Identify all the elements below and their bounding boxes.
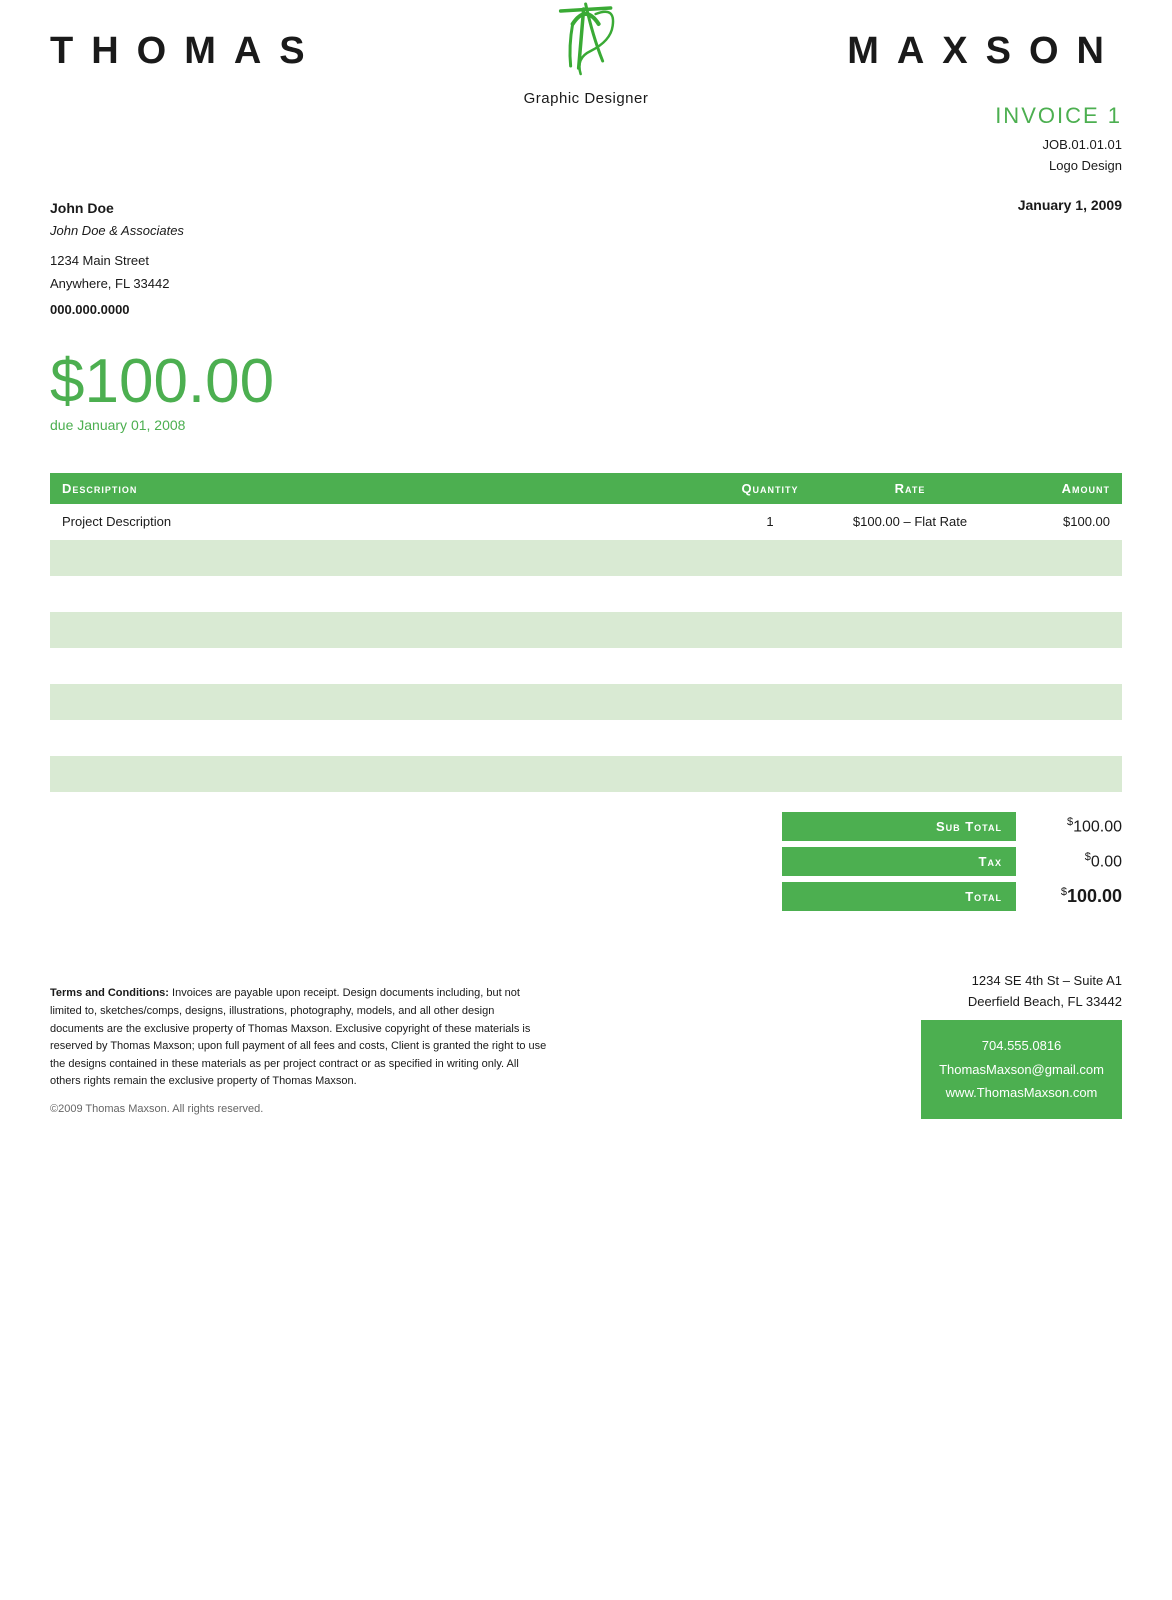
copyright: ©2009 Thomas Maxson. All rights reserved…: [50, 1101, 550, 1119]
footer-left: Terms and Conditions: Invoices are payab…: [50, 985, 550, 1118]
table-header: Description Quantity Rate Amount: [50, 473, 1122, 504]
client-info: John Doe John Doe & Associates 1234 Main…: [50, 197, 184, 321]
amount-due-section: $100.00 due January 01, 2008: [0, 321, 1172, 453]
total-value: $100.00: [1032, 886, 1122, 907]
footer-right: 1234 SE 4th St – Suite A1 Deerfield Beac…: [921, 971, 1122, 1119]
row-amount: $100.00: [990, 514, 1110, 529]
table-row: [50, 684, 1122, 720]
invoice-job: JOB.01.01.01 Logo Design: [50, 135, 1122, 177]
total-row: Total $100.00: [782, 882, 1122, 911]
totals-section: Sub Total $100.00 Tax $0.00 Total $100.0…: [50, 812, 1122, 911]
footer-address1: 1234 SE 4th St – Suite A1: [921, 971, 1122, 992]
subtotal-value: $100.00: [1032, 816, 1122, 836]
footer-email: ThomasMaxson@gmail.com: [939, 1058, 1104, 1081]
footer-address2: Deerfield Beach, FL 33442: [921, 992, 1122, 1013]
page-header: THOMAS Graphic Designer MAXSON: [0, 0, 1172, 83]
logo-area: Graphic Designer: [524, 0, 649, 107]
total-label: Total: [782, 882, 1016, 911]
tagline: Graphic Designer: [524, 90, 649, 107]
header-quantity: Quantity: [710, 481, 830, 496]
header-rate: Rate: [830, 481, 990, 496]
client-company: John Doe & Associates: [50, 220, 184, 242]
client-name: John Doe: [50, 197, 184, 221]
name-left: THOMAS: [50, 30, 323, 73]
amount-due-large: $100.00: [50, 351, 1122, 413]
client-address1: 1234 Main Street: [50, 250, 184, 272]
client-phone: 000.000.0000: [50, 299, 184, 321]
row-rate: $100.00 – Flat Rate: [830, 514, 990, 529]
footer-phone: 704.555.0816: [939, 1034, 1104, 1057]
table-row: Project Description 1 $100.00 – Flat Rat…: [50, 504, 1122, 540]
table-row: [50, 576, 1122, 612]
header-description: Description: [62, 481, 710, 496]
footer-contact-box: 704.555.0816 ThomasMaxson@gmail.com www.…: [921, 1020, 1122, 1118]
row-description: Project Description: [62, 514, 710, 529]
client-address2: Anywhere, FL 33442: [50, 273, 184, 295]
table-row: [50, 612, 1122, 648]
row-quantity: 1: [710, 514, 830, 529]
invoice-date: January 1, 2009: [1018, 197, 1122, 213]
terms-text: Terms and Conditions: Invoices are payab…: [50, 985, 550, 1091]
client-row: John Doe John Doe & Associates 1234 Main…: [0, 177, 1172, 321]
table-row: [50, 540, 1122, 576]
subtotal-label: Sub Total: [782, 812, 1016, 841]
tax-row: Tax $0.00: [782, 847, 1122, 876]
footer-website: www.ThomasMaxson.com: [939, 1081, 1104, 1104]
header-amount: Amount: [990, 481, 1110, 496]
subtotal-row: Sub Total $100.00: [782, 812, 1122, 841]
terms-title: Terms and Conditions:: [50, 987, 169, 999]
table-row: [50, 720, 1122, 756]
footer: Terms and Conditions: Invoices are payab…: [0, 971, 1172, 1149]
tax-label: Tax: [782, 847, 1016, 876]
name-right: MAXSON: [847, 30, 1122, 73]
amount-due-date: due January 01, 2008: [50, 417, 1122, 433]
footer-address: 1234 SE 4th St – Suite A1 Deerfield Beac…: [921, 971, 1122, 1013]
table-row: [50, 648, 1122, 684]
table-row: [50, 756, 1122, 792]
logo-icon: [541, 0, 631, 86]
invoice-table: Description Quantity Rate Amount Project…: [50, 473, 1122, 792]
tax-value: $0.00: [1032, 851, 1122, 871]
terms-body: Invoices are payable upon receipt. Desig…: [50, 987, 546, 1087]
